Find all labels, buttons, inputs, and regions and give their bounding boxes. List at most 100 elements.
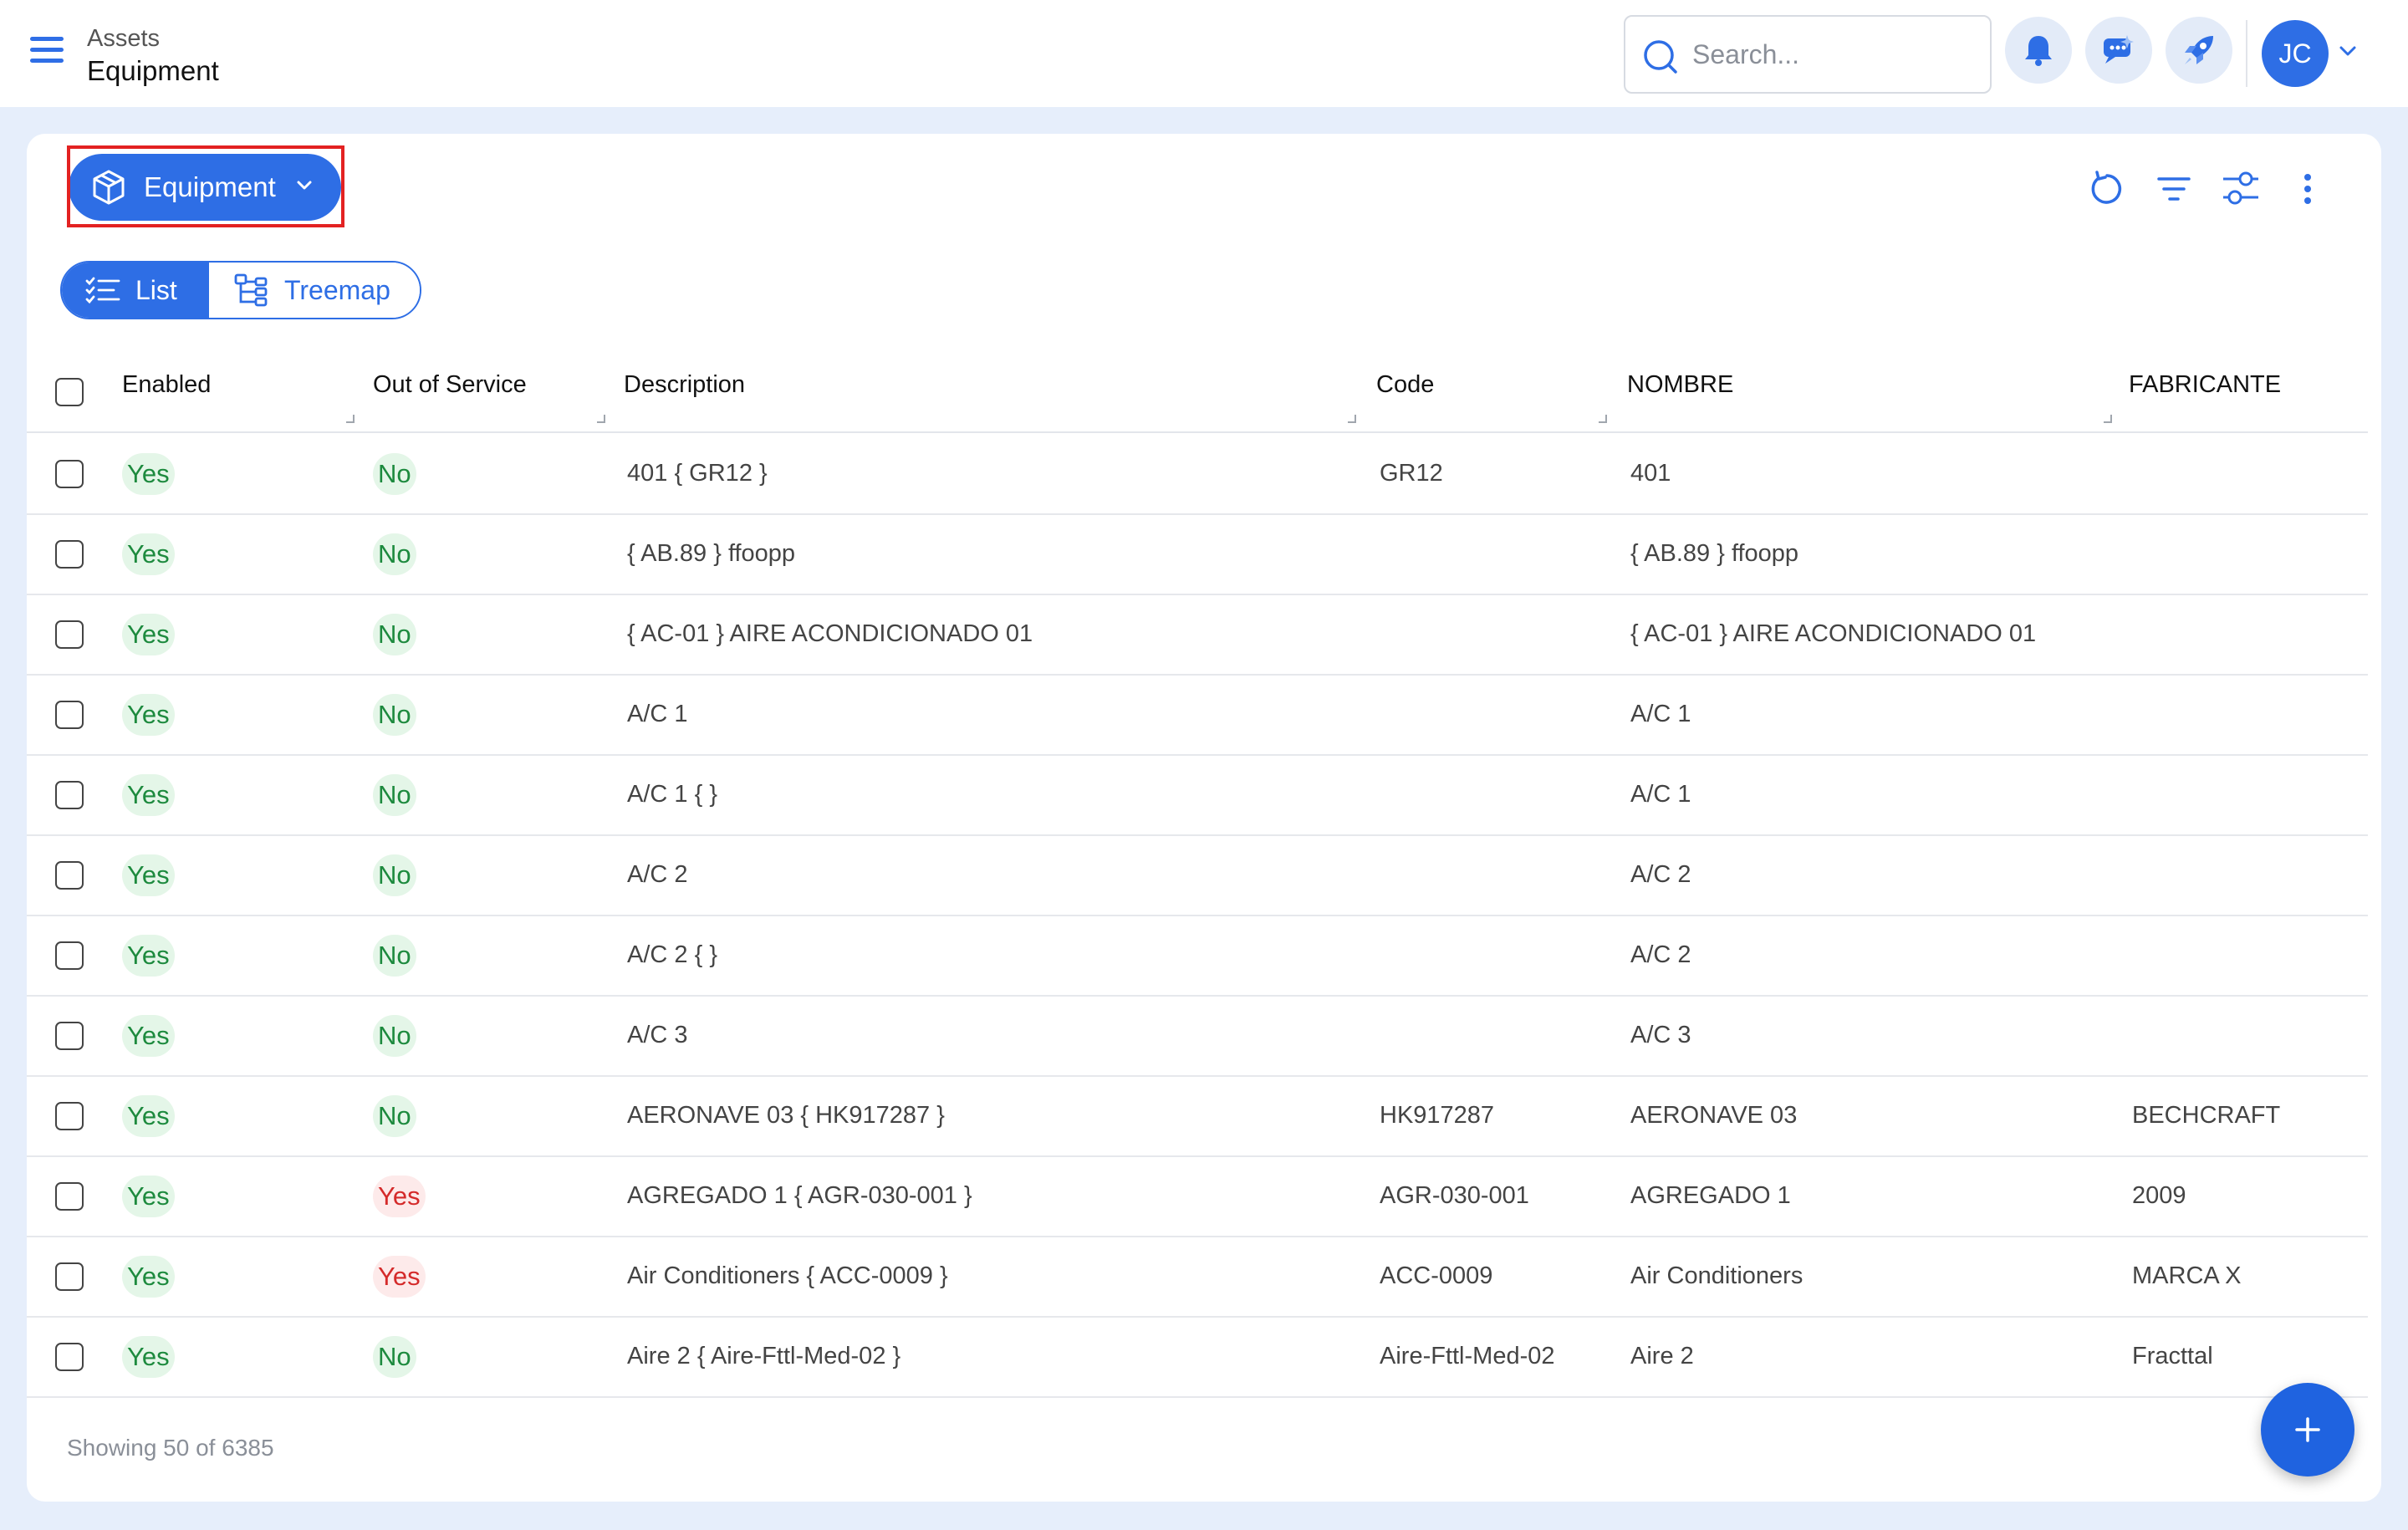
row-checkbox[interactable] [55,781,84,809]
search-icon [1644,40,1677,74]
row-checkbox[interactable] [55,1102,84,1130]
out-of-service-badge: No [373,1095,416,1137]
chat-sparkle-icon [2104,35,2134,64]
search-box[interactable] [1624,15,1992,94]
nombre-cell: 401 [1630,460,1671,487]
module-selector-button[interactable]: Equipment [69,154,341,221]
table-row[interactable]: Yes No { AC-01 } AIRE ACONDICIONADO 01 { AC… [27,595,2368,676]
description-cell: A/C 2 [627,861,688,888]
nombre-cell: Air Conditioners [1630,1262,1803,1289]
out-of-service-badge: Yes [373,1176,426,1217]
bell-icon [2025,36,2052,66]
equipment-card: Equipment List Treemap Enabled Out of Se… [27,134,2381,1502]
chat-button[interactable] [2085,17,2152,84]
row-checkbox[interactable] [55,1343,84,1371]
hamburger-menu-icon[interactable] [30,37,64,67]
row-checkbox[interactable] [55,460,84,488]
description-cell: AGREGADO 1 { AGR-030-001 } [627,1182,972,1209]
search-input[interactable] [1692,33,1977,75]
row-checkbox[interactable] [55,941,84,970]
description-cell: A/C 2 { } [627,941,718,968]
column-header-description[interactable]: Description [624,371,745,399]
column-resize-handle[interactable] [2104,415,2112,423]
description-cell: A/C 3 [627,1022,688,1048]
table-header: Enabled Out of Service Description Code … [27,353,2368,433]
breadcrumb-parent[interactable]: Assets [87,25,160,53]
notifications-button[interactable] [2005,17,2072,84]
row-checkbox[interactable] [55,1182,84,1211]
out-of-service-badge: No [373,854,416,896]
more-vertical-icon[interactable] [2286,167,2329,211]
select-all-checkbox[interactable] [55,378,84,406]
column-header-out-of-service[interactable]: Out of Service [373,371,527,399]
table-row[interactable]: Yes No A/C 1 A/C 1 [27,676,2368,756]
row-checkbox[interactable] [55,540,84,569]
cube-icon [89,167,129,207]
column-resize-handle[interactable] [1348,415,1356,423]
enabled-badge: Yes [122,614,175,655]
code-cell: Aire-Fttl-Med-02 [1380,1343,1555,1369]
table-row[interactable]: Yes No A/C 1 { } A/C 1 [27,756,2368,836]
table-row[interactable]: Yes No 401 { GR12 } GR12 401 [27,435,2368,515]
top-bar: Assets Equipment JC [0,0,2408,107]
refresh-icon[interactable] [2085,167,2129,211]
enabled-badge: Yes [122,935,175,977]
table-row[interactable]: Yes No A/C 2 { } A/C 2 [27,916,2368,997]
row-checkbox[interactable] [55,861,84,890]
table-row[interactable]: Yes No Aire 2 { Aire-Fttl-Med-02 } Aire-Ftt… [27,1318,2368,1398]
row-checkbox[interactable] [55,1262,84,1291]
out-of-service-badge: No [373,1015,416,1057]
add-equipment-button[interactable] [2261,1383,2354,1476]
view-toggle: List Treemap [60,261,421,319]
user-avatar[interactable]: JC [2262,20,2329,87]
column-header-enabled[interactable]: Enabled [122,371,211,399]
column-header-nombre[interactable]: NOMBRE [1627,371,1733,399]
column-resize-handle[interactable] [1599,415,1607,423]
column-resize-handle[interactable] [346,415,355,423]
table-row[interactable]: Yes No A/C 3 A/C 3 [27,997,2368,1077]
nombre-cell: Aire 2 [1630,1343,1694,1369]
enabled-badge: Yes [122,694,175,736]
out-of-service-badge: No [373,453,416,495]
column-settings-icon[interactable] [2219,167,2263,211]
column-header-code[interactable]: Code [1376,371,1434,399]
nombre-cell: A/C 2 [1630,861,1691,888]
table-row[interactable]: Yes Yes Air Conditioners { ACC-0009 } ACC-0… [27,1237,2368,1318]
chevron-down-icon[interactable] [2339,45,2357,57]
table-row[interactable]: Yes No AERONAVE 03 { HK917287 } HK917287 AER… [27,1077,2368,1157]
enabled-badge: Yes [122,533,175,575]
enabled-badge: Yes [122,453,175,495]
out-of-service-badge: Yes [373,1256,426,1298]
quick-launch-button[interactable] [2166,17,2232,84]
column-resize-handle[interactable] [597,415,605,423]
description-cell: Aire 2 { Aire-Fttl-Med-02 } [627,1343,901,1369]
filter-icon[interactable] [2152,167,2196,211]
tab-list-label: List [135,274,177,305]
fabricante-cell: 2009 [2132,1182,2186,1209]
out-of-service-badge: No [373,694,416,736]
code-cell: HK917287 [1380,1102,1495,1129]
table-row[interactable]: Yes No A/C 2 A/C 2 [27,836,2368,916]
nombre-cell: AGREGADO 1 [1630,1182,1791,1209]
fabricante-cell: MARCA X [2132,1262,2242,1289]
table-row[interactable]: Yes Yes AGREGADO 1 { AGR-030-001 } AGR-030-… [27,1157,2368,1237]
tab-treemap[interactable]: Treemap [209,263,420,318]
column-header-fabricante[interactable]: FABRICANTE [2129,371,2281,399]
table-row[interactable]: Yes No { AB.89 } ffoopp { AB.89 } ffoopp [27,515,2368,595]
row-checkbox[interactable] [55,1022,84,1050]
treemap-icon [234,273,268,307]
description-cell: 401 { GR12 } [627,460,768,487]
description-cell: { AB.89 } ffoopp [627,540,796,567]
rocket-icon [2185,36,2213,64]
enabled-badge: Yes [122,1015,175,1057]
row-checkbox[interactable] [55,620,84,649]
out-of-service-badge: No [373,774,416,816]
pagination-summary: Showing 50 of 6385 [67,1435,274,1461]
nombre-cell: A/C 2 [1630,941,1691,968]
nombre-cell: { AC-01 } AIRE ACONDICIONADO 01 [1630,620,2037,647]
tab-list[interactable]: List [62,263,209,318]
enabled-badge: Yes [122,1176,175,1217]
nombre-cell: A/C 3 [1630,1022,1691,1048]
plus-icon [2295,1417,2320,1442]
row-checkbox[interactable] [55,701,84,729]
